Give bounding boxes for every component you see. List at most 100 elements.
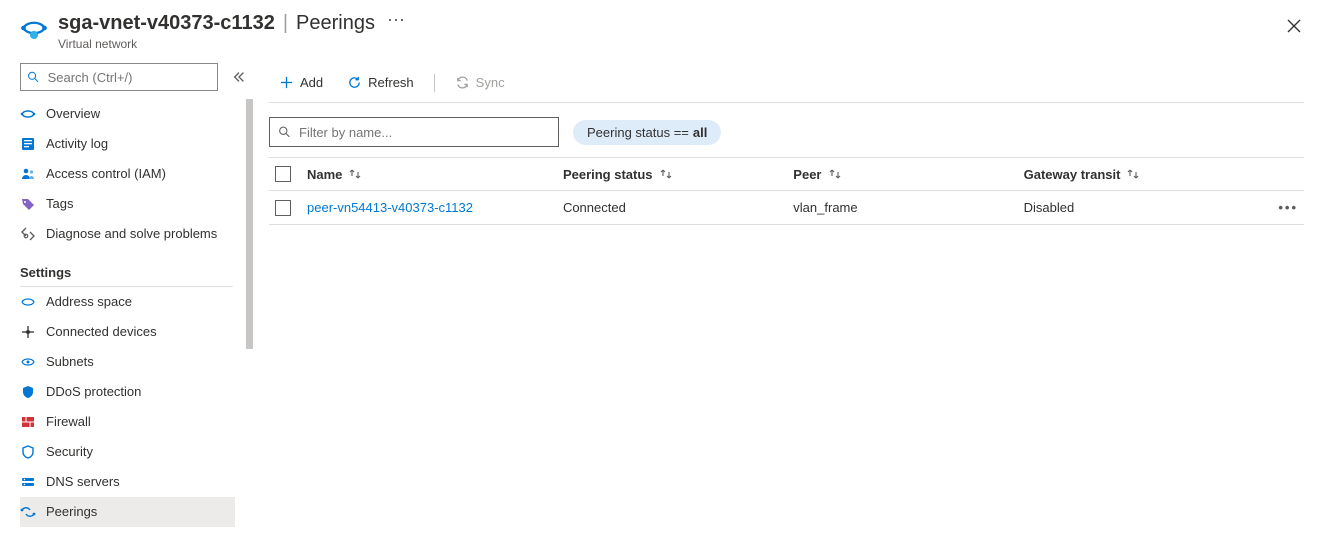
sidebar-item-label: Subnets <box>46 354 94 369</box>
sidebar-item-access-control[interactable]: Access control (IAM) <box>20 159 235 189</box>
filter-pill-status[interactable]: Peering status == all <box>573 120 721 145</box>
column-header-status[interactable]: Peering status <box>563 167 793 182</box>
refresh-icon <box>347 75 362 90</box>
firewall-icon <box>20 414 36 430</box>
column-label: Name <box>307 167 342 182</box>
filter-row: Peering status == all <box>269 103 1304 157</box>
add-button[interactable]: Add <box>269 68 333 98</box>
section-name: Peerings <box>296 12 375 35</box>
sidebar-item-address-space[interactable]: Address space <box>20 287 235 317</box>
search-icon <box>278 125 291 139</box>
peering-gateway: Disabled <box>1024 200 1254 215</box>
activity-log-icon <box>20 136 36 152</box>
tags-icon <box>20 196 36 212</box>
search-icon <box>27 70 40 84</box>
filter-pill-label: Peering status == <box>587 125 689 140</box>
sidebar: Overview Activity log Access control (IA… <box>0 59 255 541</box>
security-icon <box>20 444 36 460</box>
plus-icon <box>279 75 294 90</box>
sidebar-item-connected-devices[interactable]: Connected devices <box>20 317 235 347</box>
peering-name-link[interactable]: peer-vn54413-v40373-c1132 <box>307 200 563 215</box>
collapse-sidebar-button[interactable] <box>230 68 247 86</box>
filter-pill-value: all <box>693 125 707 140</box>
sidebar-search[interactable] <box>20 63 218 91</box>
sidebar-item-label: Overview <box>46 106 100 121</box>
filter-input[interactable] <box>297 124 550 141</box>
sidebar-item-label: Access control (IAM) <box>46 166 166 181</box>
header-titles: sga-vnet-v40373-c1132 | Peerings ⋯ Virtu… <box>58 12 405 51</box>
close-button[interactable] <box>1282 14 1306 38</box>
page-title: sga-vnet-v40373-c1132 | Peerings ⋯ <box>58 12 405 35</box>
filter-by-name[interactable] <box>269 117 559 147</box>
sidebar-item-label: Firewall <box>46 414 91 429</box>
sidebar-item-subnets[interactable]: Subnets <box>20 347 235 377</box>
sidebar-item-label: Tags <box>46 196 73 211</box>
connected-devices-icon <box>20 324 36 340</box>
resource-type: Virtual network <box>58 37 405 51</box>
sidebar-item-ddos[interactable]: DDoS protection <box>20 377 235 407</box>
command-bar: Add Refresh Sync <box>269 63 1304 103</box>
toolbar-separator <box>434 74 435 92</box>
sidebar-item-firewall[interactable]: Firewall <box>20 407 235 437</box>
column-header-name[interactable]: Name <box>307 167 563 182</box>
peerings-table: Name Peering status Peer Gateway transit <box>269 157 1304 225</box>
vnet-icon <box>20 14 48 42</box>
sync-button: Sync <box>445 68 515 98</box>
sidebar-item-label: DNS servers <box>46 474 120 489</box>
sidebar-item-label: Connected devices <box>46 324 157 339</box>
sidebar-item-security[interactable]: Security <box>20 437 235 467</box>
select-all-checkbox[interactable] <box>275 166 291 182</box>
dns-icon <box>20 474 36 490</box>
subnets-icon <box>20 354 36 370</box>
column-label: Gateway transit <box>1024 167 1121 182</box>
peerings-icon <box>20 504 36 520</box>
sidebar-item-label: Peerings <box>46 504 97 519</box>
row-actions-button[interactable]: ••• <box>1254 200 1304 215</box>
sort-icon <box>1126 167 1140 181</box>
sidebar-search-input[interactable] <box>46 69 212 86</box>
ddos-icon <box>20 384 36 400</box>
sidebar-item-dns[interactable]: DNS servers <box>20 467 235 497</box>
close-icon <box>1287 19 1301 33</box>
sync-icon <box>455 75 470 90</box>
blade-header: sga-vnet-v40373-c1132 | Peerings ⋯ Virtu… <box>0 0 1324 59</box>
peering-peer: vlan_frame <box>793 200 1023 215</box>
ellipsis-icon: ••• <box>1278 200 1298 215</box>
address-space-icon <box>20 294 36 310</box>
sidebar-item-activity-log[interactable]: Activity log <box>20 129 235 159</box>
column-header-peer[interactable]: Peer <box>793 167 1023 182</box>
sort-icon <box>828 167 842 181</box>
sidebar-item-overview[interactable]: Overview <box>20 99 235 129</box>
sidebar-section-settings: Settings <box>20 257 233 287</box>
diagnose-icon <box>20 226 36 242</box>
sidebar-nav: Overview Activity log Access control (IA… <box>20 99 255 541</box>
peering-status: Connected <box>563 200 793 215</box>
sync-label: Sync <box>476 75 505 90</box>
column-label: Peering status <box>563 167 653 182</box>
sidebar-item-diagnose[interactable]: Diagnose and solve problems <box>20 219 235 249</box>
add-label: Add <box>300 75 323 90</box>
sidebar-item-label: Diagnose and solve problems <box>46 226 217 241</box>
column-label: Peer <box>793 167 821 182</box>
sort-icon <box>659 167 673 181</box>
resource-name: sga-vnet-v40373-c1132 <box>58 12 275 35</box>
refresh-label: Refresh <box>368 75 414 90</box>
refresh-button[interactable]: Refresh <box>337 68 424 98</box>
table-row: peer-vn54413-v40373-c1132 Connected vlan… <box>269 191 1304 225</box>
access-control-icon <box>20 166 36 182</box>
sidebar-item-tags[interactable]: Tags <box>20 189 235 219</box>
row-checkbox[interactable] <box>275 200 291 216</box>
sidebar-item-label: Address space <box>46 294 132 309</box>
column-header-gateway[interactable]: Gateway transit <box>1024 167 1254 182</box>
sidebar-item-label: DDoS protection <box>46 384 141 399</box>
main-content: Add Refresh Sync <box>255 59 1324 541</box>
chevron-double-left-icon <box>232 70 246 84</box>
sidebar-item-label: Security <box>46 444 93 459</box>
table-header: Name Peering status Peer Gateway transit <box>269 157 1304 191</box>
title-separator: | <box>283 12 288 35</box>
overview-icon <box>20 106 36 122</box>
sort-icon <box>348 167 362 181</box>
title-more-icon[interactable]: ⋯ <box>387 10 405 31</box>
sidebar-item-label: Activity log <box>46 136 108 151</box>
sidebar-item-peerings[interactable]: Peerings <box>20 497 235 527</box>
